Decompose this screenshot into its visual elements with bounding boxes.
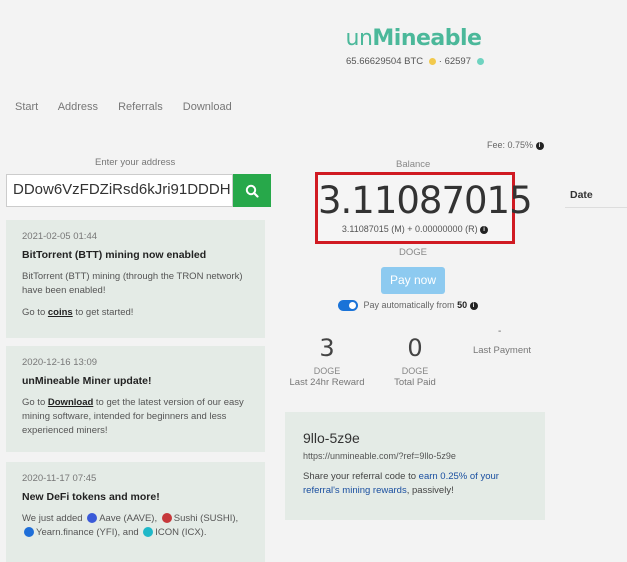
balance-breakdown: 3.11087015 (M) + 0.00000000 (R) i <box>318 224 512 234</box>
address-input[interactable]: DDow6VzFDZiRsd6kJri91DDDH <box>6 174 233 207</box>
yearn-icon <box>24 527 34 538</box>
address-label: Enter your address <box>95 157 176 168</box>
search-icon <box>245 184 259 198</box>
fee-info: Fee: 0.75% i <box>487 140 544 150</box>
news-body: Go to Download to get the latest version… <box>22 397 244 436</box>
download-link[interactable]: Download <box>48 397 93 408</box>
aave-icon <box>87 513 98 524</box>
referral-code[interactable]: 9llo-5z9e <box>303 430 527 446</box>
referral-url[interactable]: https://unmineable.com/?ref=9llo-5z9e <box>303 451 527 461</box>
pay-now-button[interactable]: Pay now <box>381 267 445 294</box>
nav-start[interactable]: Start <box>15 101 38 113</box>
status-dot-icon <box>476 57 484 65</box>
news-card-defi: 2020-11-17 07:45 New DeFi tokens and mor… <box>6 462 265 562</box>
sushi-icon <box>161 513 172 524</box>
stat-last-payment: Last Payment <box>472 345 532 356</box>
info-icon[interactable]: i <box>480 225 489 234</box>
news-date: 2020-12-16 13:09 <box>22 357 98 368</box>
balance-highlight: 3.11087015 3.11087015 (M) + 0.00000000 (… <box>315 172 533 244</box>
stat-last-24hr-reward: 3 DOGE Last 24hr Reward <box>289 334 365 388</box>
nav-address[interactable]: Address <box>58 101 98 113</box>
balance-amount: 3.11087015 <box>318 179 533 222</box>
news-title: New DeFi tokens and more! <box>22 491 160 503</box>
news-card-miner-update: 2020-12-16 13:09 unMineable Miner update… <box>6 346 265 452</box>
main-nav: Start Address Referrals Download <box>15 101 249 113</box>
referral-card: 9llo-5z9e https://unmineable.com/?ref=9l… <box>285 412 545 520</box>
auto-pay-threshold[interactable]: 50 <box>457 300 467 310</box>
balance-coin: DOGE <box>399 247 427 258</box>
referral-text: Share your referral code to earn 0.25% o… <box>303 471 499 496</box>
news-card-btt: 2021-02-05 01:44 BitTorrent (BTT) mining… <box>6 220 265 338</box>
news-date: 2021-02-05 01:44 <box>22 231 98 242</box>
table-header-date[interactable]: Date <box>570 189 593 201</box>
network-stats: 65.66629504 BTC · 62597 <box>346 56 487 67</box>
coins-link[interactable]: coins <box>48 307 73 318</box>
info-icon[interactable]: i <box>469 301 478 310</box>
news-title: unMineable Miner update! <box>22 375 152 387</box>
news-title: BitTorrent (BTT) mining now enabled <box>22 249 207 261</box>
balance-label: Balance <box>396 159 431 170</box>
miner-count: 62597 <box>444 56 471 67</box>
stat-total-paid: 0 DOGE Total Paid <box>394 334 436 388</box>
auto-pay-toggle[interactable] <box>338 300 358 312</box>
news-body: We just added Aave (AAVE), Sushi (SUSHI)… <box>22 513 239 538</box>
nav-download[interactable]: Download <box>183 101 232 113</box>
news-cta: Go to coins to get started! <box>22 307 134 318</box>
info-icon[interactable]: i <box>535 141 544 150</box>
news-date: 2020-11-17 07:45 <box>22 473 97 484</box>
table-divider <box>565 207 627 208</box>
search-button[interactable] <box>233 174 271 207</box>
auto-pay-row: Pay automatically from 50 i <box>338 300 478 312</box>
news-body: BitTorrent (BTT) mining (through the TRO… <box>22 271 243 296</box>
logo[interactable]: unMineable <box>0 26 627 51</box>
coin-dot-icon <box>428 57 436 65</box>
nav-referrals[interactable]: Referrals <box>118 101 163 113</box>
icon-icon <box>143 527 154 538</box>
last-payment-value: - <box>498 326 502 337</box>
btc-value: 65.66629504 BTC <box>346 56 424 67</box>
